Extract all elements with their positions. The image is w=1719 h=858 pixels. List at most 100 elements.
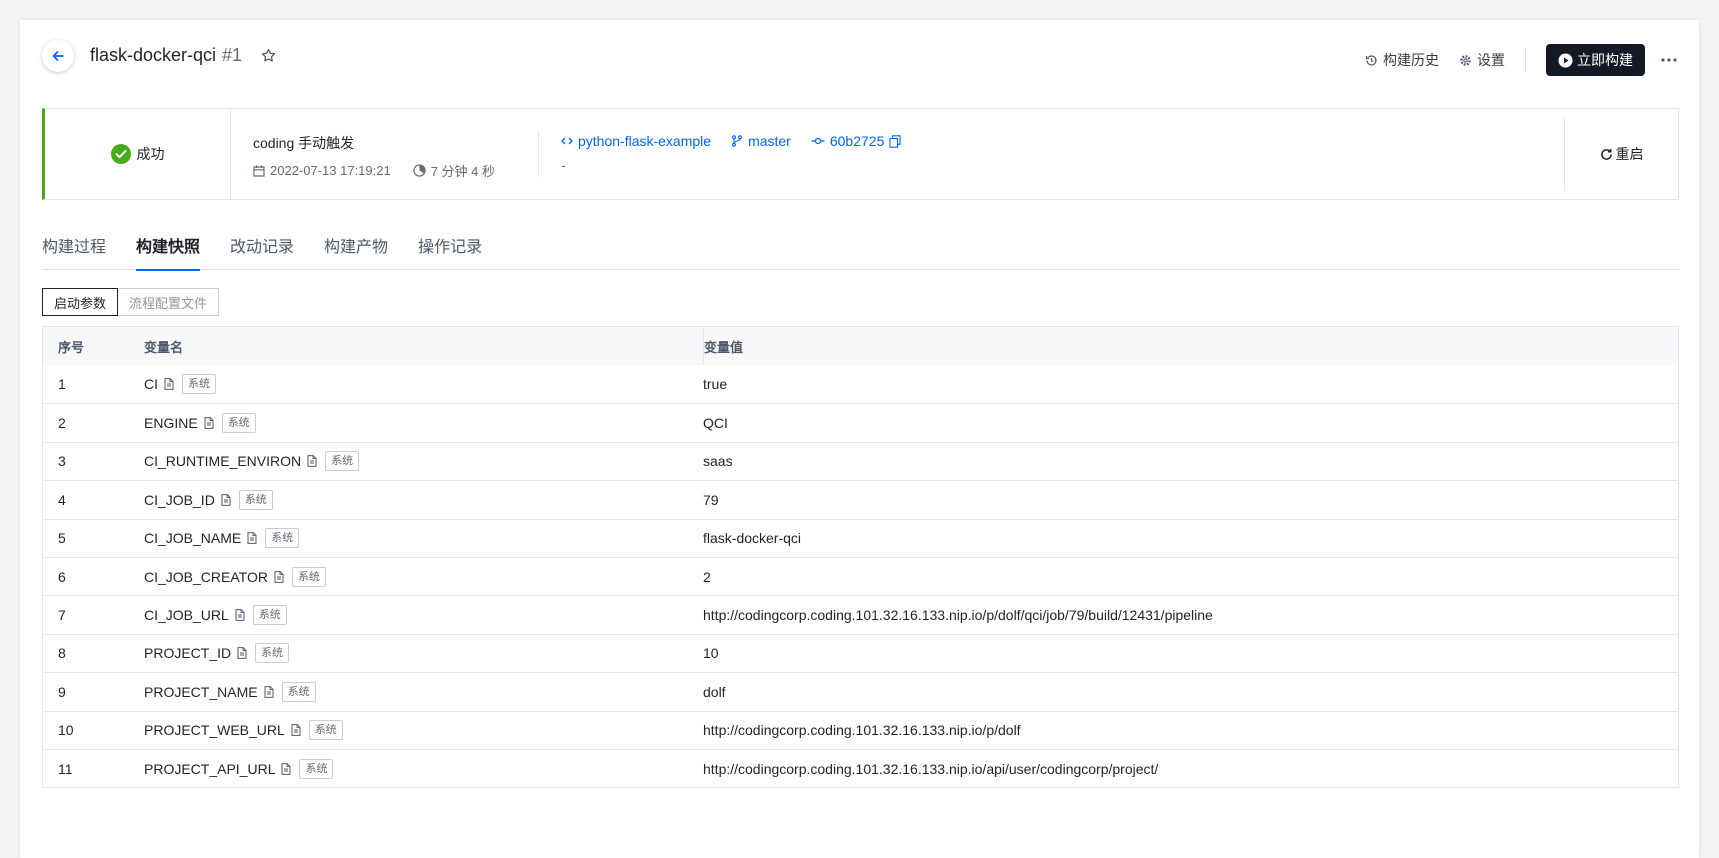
variable-name-text: ENGINE — [144, 415, 198, 432]
table-row: 1 CI 系统 true — [43, 365, 1678, 403]
repo-info: python-flask-example master 60b2725 - — [539, 109, 1564, 199]
file-icon[interactable] — [221, 493, 231, 506]
file-icon[interactable] — [164, 378, 174, 391]
row-index: 1 — [58, 376, 66, 393]
tab-change-log[interactable]: 改动记录 — [230, 225, 294, 270]
row-variable-value: http://codingcorp.coding.101.32.16.133.n… — [703, 607, 1213, 624]
file-icon[interactable] — [291, 724, 301, 737]
more-button[interactable] — [1661, 58, 1677, 62]
variable-name-text: CI_RUNTIME_ENVIRON — [144, 453, 302, 470]
restart-button[interactable]: 重启 — [1564, 117, 1678, 191]
build-result: 成功 — [45, 109, 231, 199]
row-variable-name: CI_JOB_ID 系统 — [144, 489, 703, 510]
row-variable-name: PROJECT_WEB_URL 系统 — [144, 720, 703, 741]
commit-link[interactable]: 60b2725 — [830, 133, 885, 149]
row-index: 10 — [58, 722, 74, 739]
table-row: 3 CI_RUNTIME_ENVIRON 系统 saas — [43, 441, 1678, 480]
variable-name-text: PROJECT_WEB_URL — [144, 722, 285, 739]
build-now-button[interactable]: 立即构建 — [1546, 44, 1645, 76]
snapshot-segment: 启动参数 流程配置文件 — [42, 288, 220, 316]
star-icon[interactable] — [260, 47, 277, 64]
row-variable-name: CI 系统 — [144, 374, 703, 395]
system-badge: 系统 — [255, 643, 290, 664]
system-badge: 系统 — [299, 758, 334, 779]
table-row: 10 PROJECT_WEB_URL 系统 http://codingcorp.cod… — [43, 710, 1678, 749]
row-index: 11 — [58, 760, 73, 777]
tab-artifacts[interactable]: 构建产物 — [324, 225, 388, 270]
variable-name-text: PROJECT_API_URL — [144, 760, 276, 777]
table-row: 5 CI_JOB_NAME 系统 flask-docker-qci — [43, 518, 1678, 557]
system-badge: 系统 — [238, 489, 273, 510]
variable-name-text: CI_JOB_NAME — [144, 530, 242, 547]
row-index: 8 — [58, 645, 66, 662]
trigger-text: coding 手动触发 — [253, 135, 355, 151]
variable-name-text: CI_JOB_CREATOR — [144, 568, 268, 585]
header-actions: 构建历史 设置 立即构建 — [1365, 44, 1677, 76]
build-history-link[interactable]: 构建历史 — [1365, 50, 1439, 70]
header-index: 序号 — [58, 339, 85, 355]
header-divider — [1525, 48, 1526, 72]
row-variable-value: 79 — [703, 491, 719, 508]
build-duration: 7 分钟 4 秒 — [430, 164, 496, 179]
build-date: 2022-07-13 17:19:21 — [270, 163, 391, 178]
variables-table: 序号 变量名 变量值 1 CI 系统 true 2 ENGINE 系统 QCI 3 CI_RUNT… — [42, 326, 1679, 789]
system-badge: 系统 — [252, 605, 287, 626]
table-header: 序号 变量名 变量值 — [43, 327, 1678, 365]
file-icon[interactable] — [204, 417, 214, 429]
tab-build-snapshot[interactable]: 构建快照 — [136, 225, 201, 271]
segment-launch-params[interactable]: 启动参数 — [42, 288, 119, 316]
file-icon[interactable] — [237, 647, 247, 660]
table-row: 4 CI_JOB_ID 系统 79 — [43, 480, 1678, 518]
back-button[interactable] — [42, 40, 74, 72]
row-index: 2 — [58, 415, 66, 432]
file-icon[interactable] — [235, 609, 245, 621]
row-variable-value: QCI — [703, 415, 728, 432]
file-icon[interactable] — [274, 570, 284, 583]
variable-name-text: PROJECT_NAME — [144, 683, 258, 700]
more-icon — [1661, 58, 1677, 62]
settings-link[interactable]: 设置 — [1459, 50, 1505, 70]
system-badge: 系统 — [281, 681, 316, 702]
success-check-icon — [110, 144, 131, 164]
row-index: 3 — [58, 453, 66, 470]
system-badge: 系统 — [325, 451, 360, 472]
variable-name-text: CI — [144, 376, 158, 393]
row-variable-value: 2 — [703, 568, 711, 585]
row-variable-value: true — [703, 376, 728, 393]
segment-pipeline-config[interactable]: 流程配置文件 — [118, 288, 220, 316]
table-row: 11 PROJECT_API_URL 系统 http://codingcorp.cod… — [43, 748, 1678, 787]
table-row: 6 CI_JOB_CREATOR 系统 2 — [43, 556, 1678, 595]
build-meta: 2022-07-13 17:19:21 7 分钟 4 秒 — [253, 161, 538, 180]
variable-name-text: CI_JOB_URL — [144, 607, 229, 624]
repo-link[interactable]: python-flask-example — [578, 133, 711, 149]
file-icon[interactable] — [281, 762, 291, 775]
file-icon[interactable] — [307, 455, 317, 468]
tab-build-process[interactable]: 构建过程 — [42, 225, 106, 270]
file-icon[interactable] — [247, 532, 257, 545]
table-row: 7 CI_JOB_URL 系统 http://codingcorp.coding.10… — [43, 595, 1678, 633]
row-variable-name: CI_JOB_NAME 系统 — [144, 528, 703, 549]
row-variable-value: http://codingcorp.coding.101.32.16.133.n… — [703, 760, 1159, 777]
tab-bar: 构建过程 构建快照 改动记录 构建产物 操作记录 — [42, 225, 1679, 271]
calendar-icon — [253, 165, 265, 177]
tab-operation-log[interactable]: 操作记录 — [418, 225, 482, 270]
build-result-label: 成功 — [136, 146, 165, 162]
file-icon[interactable] — [264, 685, 274, 698]
row-variable-name: CI_RUNTIME_ENVIRON 系统 — [144, 451, 703, 472]
commit-icon — [811, 137, 825, 145]
copy-icon[interactable] — [889, 134, 901, 148]
play-circle-icon — [1558, 52, 1573, 68]
build-history-label: 构建历史 — [1383, 52, 1439, 68]
branch-icon — [732, 135, 743, 147]
code-icon — [561, 137, 573, 145]
gear-icon — [1460, 54, 1471, 66]
build-now-label: 立即构建 — [1577, 52, 1633, 68]
system-badge: 系统 — [265, 528, 300, 549]
branch-link[interactable]: master — [748, 133, 791, 149]
row-index: 5 — [58, 530, 66, 547]
row-index: 9 — [58, 683, 66, 700]
build-number: #1 — [222, 45, 243, 65]
system-badge: 系统 — [221, 413, 256, 434]
column-divider — [703, 327, 704, 365]
row-variable-name: CI_JOB_URL 系统 — [144, 605, 703, 626]
